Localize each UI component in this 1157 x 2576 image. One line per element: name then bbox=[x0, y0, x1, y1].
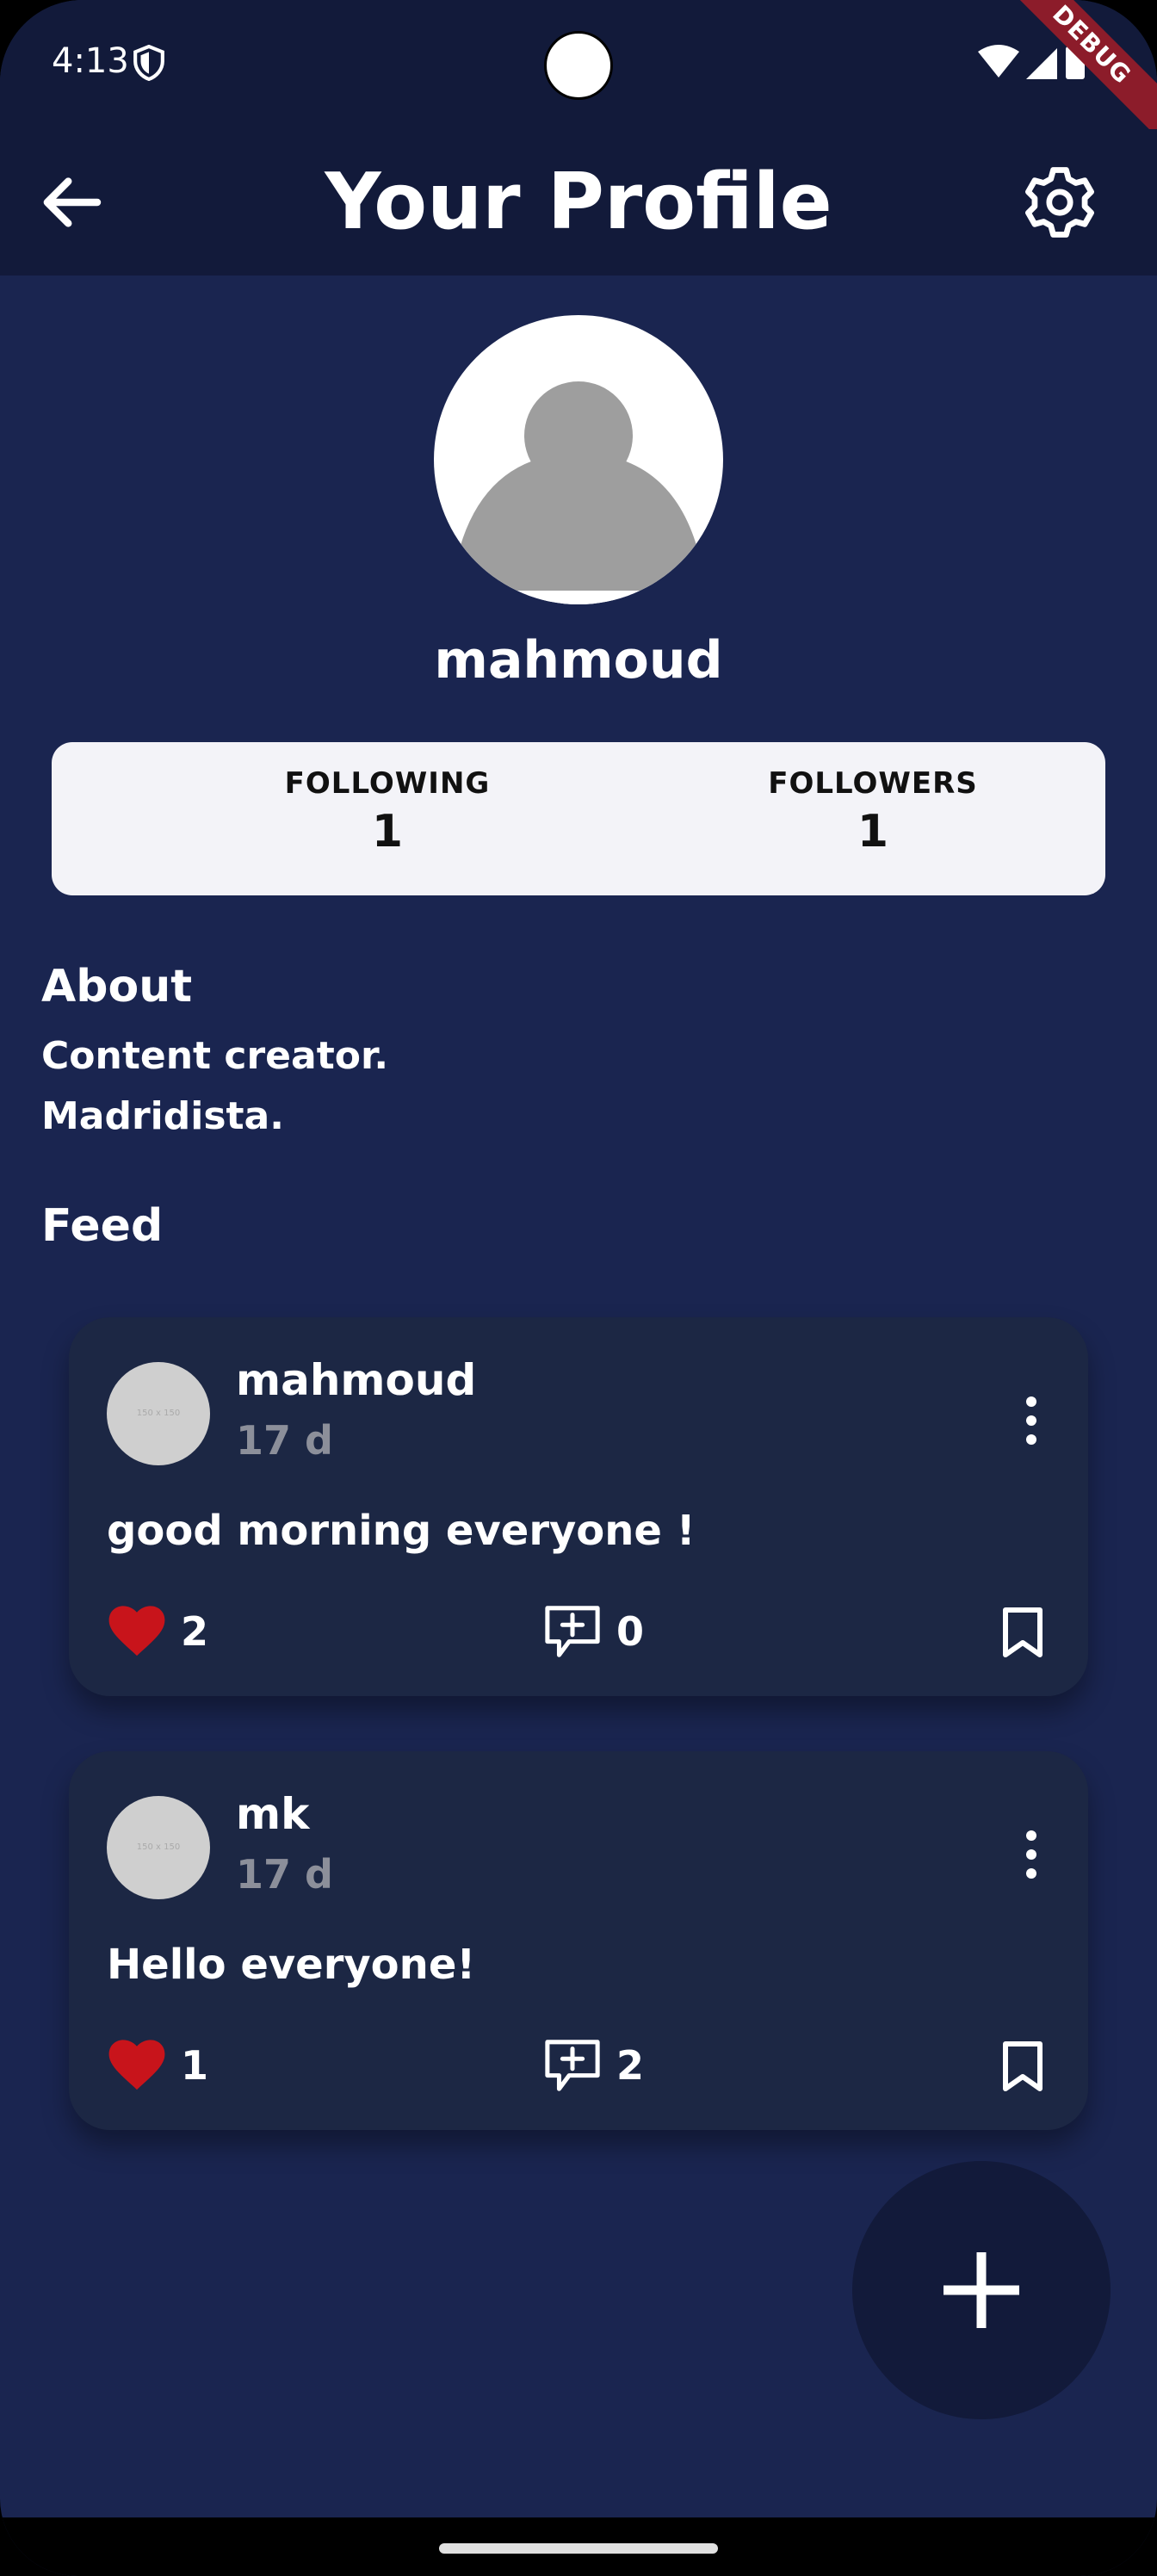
comment-count: 0 bbox=[616, 1608, 645, 1655]
add-comment-icon bbox=[545, 2040, 600, 2091]
like-count: 1 bbox=[181, 2042, 209, 2089]
comment-count: 2 bbox=[616, 2042, 645, 2089]
page-title: Your Profile bbox=[325, 157, 832, 247]
plus-icon bbox=[944, 2252, 1019, 2328]
system-nav-bar bbox=[0, 2517, 1157, 2576]
post-card[interactable]: 150 x 150 mk 17 d Hello everyone! 1 2 bbox=[69, 1751, 1088, 2130]
following-stat[interactable]: FOLLOWING 1 bbox=[215, 766, 560, 858]
bookmark-icon[interactable] bbox=[999, 1607, 1047, 1658]
more-vert-icon[interactable] bbox=[1023, 1829, 1040, 1880]
like-button[interactable]: 1 bbox=[107, 2035, 208, 2096]
signal-icon bbox=[1026, 48, 1057, 79]
home-gesture-handle[interactable] bbox=[439, 2543, 718, 2554]
comment-button[interactable]: 2 bbox=[542, 2035, 644, 2096]
person-icon bbox=[434, 381, 723, 604]
post-author-name[interactable]: mahmoud bbox=[236, 1355, 476, 1405]
camera-cutout bbox=[544, 31, 613, 100]
post-card[interactable]: 150 x 150 mahmoud 17 d good morning ever… bbox=[69, 1317, 1088, 1696]
status-time: 4:13 bbox=[52, 41, 129, 81]
following-label: FOLLOWING bbox=[284, 766, 491, 801]
post-time: 17 d bbox=[236, 1851, 333, 1898]
wifi-icon bbox=[978, 45, 1019, 77]
post-text: Hello everyone! bbox=[107, 1941, 476, 1989]
post-author-avatar[interactable]: 150 x 150 bbox=[107, 1362, 210, 1465]
status-bar: 4:13 DEBUG bbox=[0, 0, 1157, 150]
followers-label: FOLLOWERS bbox=[768, 766, 978, 801]
profile-avatar[interactable] bbox=[434, 315, 723, 604]
more-vert-icon[interactable] bbox=[1023, 1395, 1040, 1446]
stats-card: FOLLOWING 1 FOLLOWERS 1 bbox=[52, 742, 1105, 895]
phone-screen: 4:13 DEBUG Your Profile mahmoud FOLLOWIN… bbox=[0, 0, 1157, 2576]
about-text: Content creator. Madridista. bbox=[41, 1026, 388, 1147]
gear-icon[interactable] bbox=[1021, 164, 1098, 241]
post-text: good morning everyone ! bbox=[107, 1507, 696, 1555]
post-author-name[interactable]: mk bbox=[236, 1789, 309, 1839]
about-heading: About bbox=[41, 961, 193, 1012]
heart-icon bbox=[108, 1606, 165, 1656]
heart-icon bbox=[108, 2040, 165, 2090]
shield-icon bbox=[133, 45, 164, 81]
like-button[interactable]: 2 bbox=[107, 1601, 208, 1662]
following-count: 1 bbox=[371, 806, 404, 858]
post-time: 17 d bbox=[236, 1417, 333, 1464]
feed-heading: Feed bbox=[41, 1200, 164, 1252]
followers-stat[interactable]: FOLLOWERS 1 bbox=[701, 766, 1045, 858]
followers-count: 1 bbox=[857, 806, 889, 858]
about-line: Content creator. bbox=[41, 1034, 389, 1078]
profile-username: mahmoud bbox=[434, 630, 723, 690]
add-post-button[interactable] bbox=[852, 2161, 1111, 2419]
about-line: Madridista. bbox=[41, 1094, 284, 1138]
comment-button[interactable]: 0 bbox=[542, 1601, 644, 1662]
like-count: 2 bbox=[181, 1608, 209, 1655]
bookmark-icon[interactable] bbox=[999, 2040, 1047, 2092]
app-bar: Your Profile bbox=[0, 129, 1157, 276]
post-author-avatar[interactable]: 150 x 150 bbox=[107, 1796, 210, 1899]
add-comment-icon bbox=[545, 1606, 600, 1657]
